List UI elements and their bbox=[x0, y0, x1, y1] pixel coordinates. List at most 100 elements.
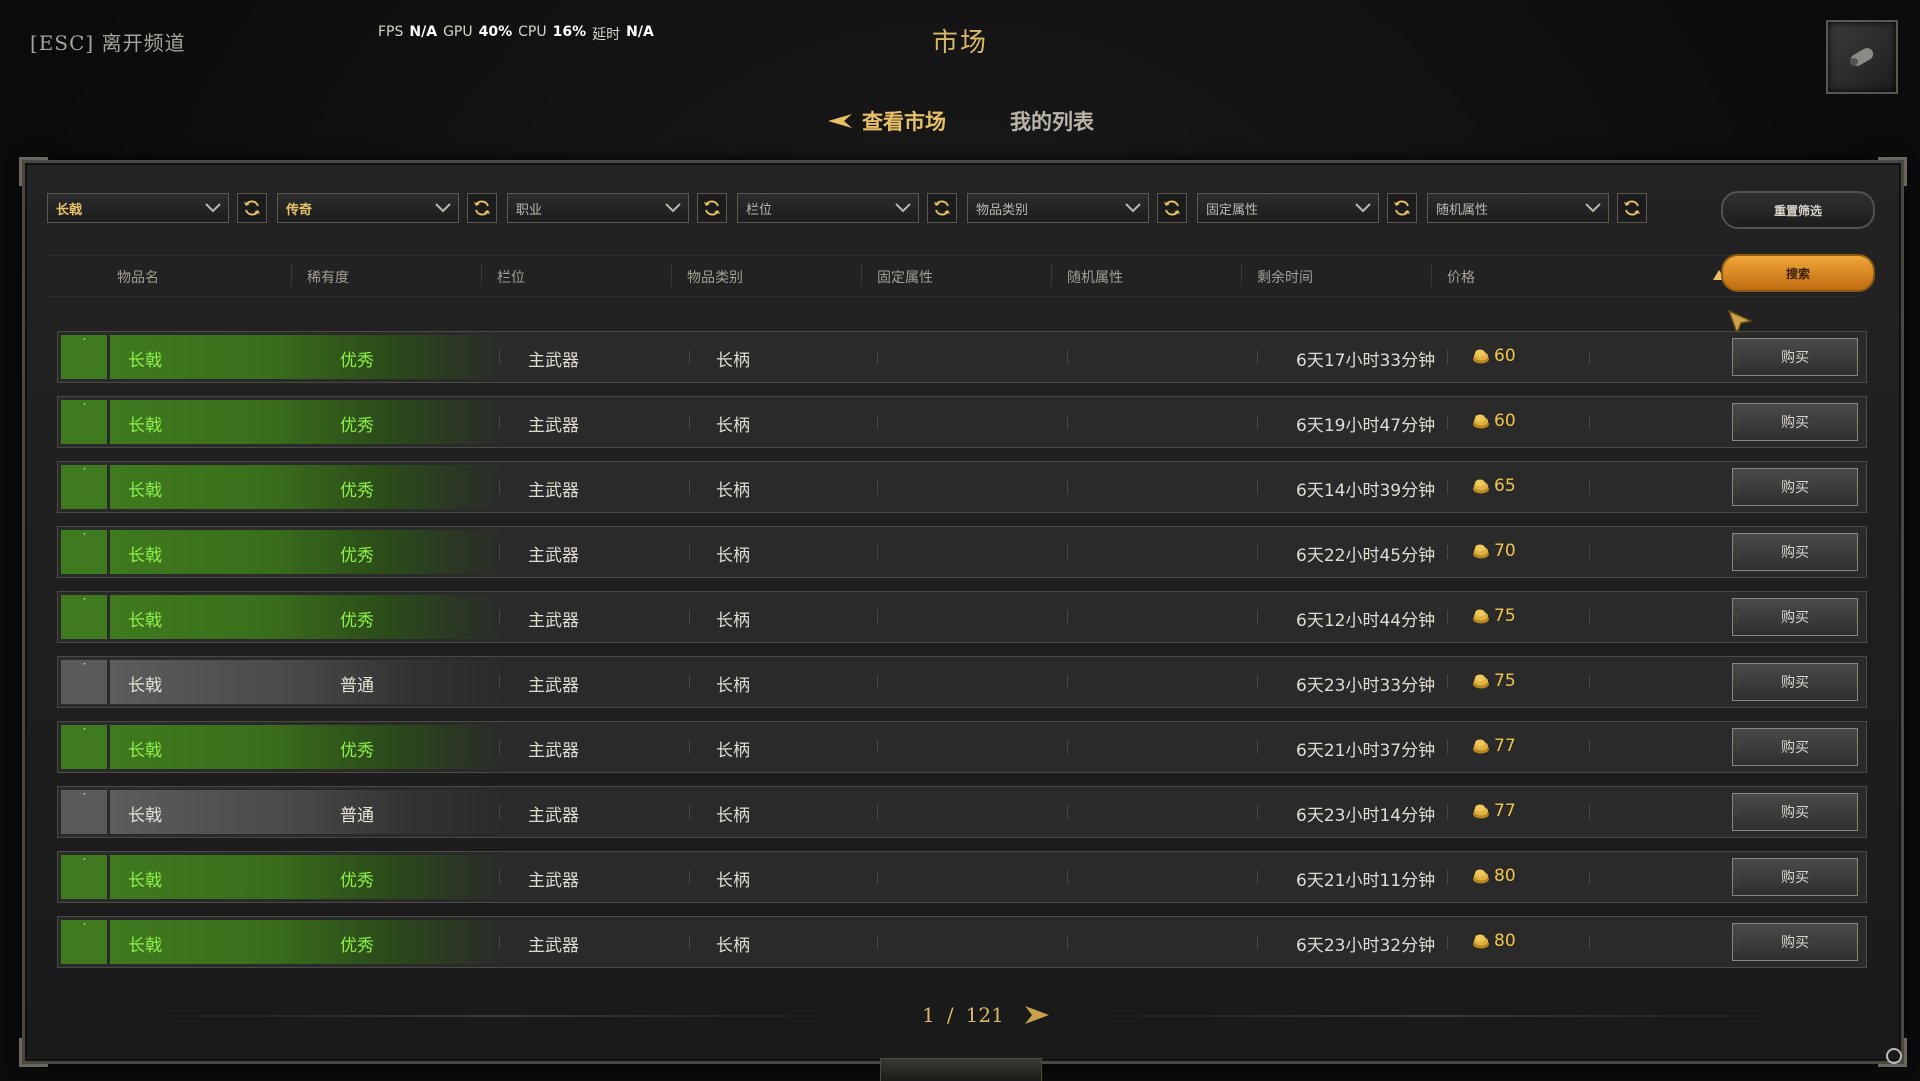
cell-divider bbox=[1256, 740, 1260, 754]
cell-divider bbox=[1588, 870, 1592, 884]
remaining-time: 6天12小时44分钟 bbox=[1296, 611, 1436, 631]
filter-dropdown[interactable]: 长戟 bbox=[47, 193, 229, 223]
corner-menu-button[interactable] bbox=[1826, 20, 1898, 94]
buy-button[interactable]: 购买 bbox=[1732, 923, 1858, 961]
cell-divider bbox=[1446, 610, 1450, 624]
table-row[interactable]: 长戟 优秀 主武器 长柄 6天17小时33分钟 60 购买 bbox=[57, 331, 1867, 383]
col-item-name-header[interactable]: 物品名 bbox=[117, 267, 159, 287]
filter-reset-button[interactable] bbox=[1157, 193, 1187, 223]
col-slot-header[interactable]: 栏位 bbox=[497, 267, 525, 287]
filter-reset-button[interactable] bbox=[237, 193, 267, 223]
item-slot: 主武器 bbox=[528, 871, 579, 891]
buy-button[interactable]: 购买 bbox=[1732, 663, 1858, 701]
col-remaining-time-header[interactable]: 剩余时间 bbox=[1257, 267, 1313, 287]
filter-dropdown[interactable]: 物品类别 bbox=[967, 193, 1149, 223]
col-rarity-header[interactable]: 稀有度 bbox=[307, 267, 349, 287]
item-rarity: 优秀 bbox=[340, 871, 374, 891]
col-fixed-attr-header[interactable]: 固定属性 bbox=[877, 267, 933, 287]
next-page-arrow-icon[interactable] bbox=[1023, 1004, 1051, 1026]
gold-coin-icon bbox=[1473, 414, 1489, 429]
remaining-time: 6天21小时37分钟 bbox=[1296, 741, 1436, 761]
column-divider bbox=[1051, 264, 1052, 286]
buy-button[interactable]: 购买 bbox=[1732, 858, 1858, 896]
cell-divider bbox=[1256, 870, 1260, 884]
filter-dropdown[interactable]: 传奇 bbox=[277, 193, 459, 223]
buy-button[interactable]: 购买 bbox=[1732, 793, 1858, 831]
cell-divider bbox=[498, 740, 502, 754]
filter-group: 物品类别 bbox=[967, 193, 1187, 223]
table-row[interactable]: 长戟 优秀 主武器 长柄 6天12小时44分钟 75 购买 bbox=[57, 591, 1867, 643]
cell-divider bbox=[876, 480, 880, 494]
filter-dropdown[interactable]: 固定属性 bbox=[1197, 193, 1379, 223]
rarity-band bbox=[110, 660, 505, 704]
col-item-type-header[interactable]: 物品类别 bbox=[687, 267, 743, 287]
bottom-ornament bbox=[880, 1058, 1042, 1081]
col-price-header[interactable]: 价格 bbox=[1447, 267, 1475, 287]
cell-divider bbox=[876, 675, 880, 689]
filter-reset-button[interactable] bbox=[927, 193, 957, 223]
cell-divider bbox=[1066, 805, 1070, 819]
refresh-icon bbox=[474, 200, 490, 216]
cell-divider bbox=[876, 545, 880, 559]
cell-divider bbox=[1736, 350, 1740, 364]
refresh-icon bbox=[1164, 200, 1180, 216]
cell-divider bbox=[1446, 675, 1450, 689]
filter-group: 传奇 bbox=[277, 193, 497, 223]
item-price: 80 bbox=[1472, 931, 1516, 951]
market-tabs: 查看市场 我的列表 bbox=[0, 106, 1920, 136]
search-button[interactable]: 搜索 bbox=[1721, 254, 1875, 292]
item-name: 长戟 bbox=[128, 481, 162, 501]
tab-my-listings[interactable]: 我的列表 bbox=[1010, 106, 1094, 136]
settings-icon[interactable] bbox=[1886, 1048, 1902, 1064]
cell-divider bbox=[1736, 480, 1740, 494]
pagination: 1 / 121 bbox=[25, 1001, 1901, 1031]
item-thumbnail bbox=[61, 335, 107, 379]
gold-coin-icon bbox=[1473, 804, 1489, 819]
cell-divider bbox=[876, 350, 880, 364]
filter-dropdown[interactable]: 随机属性 bbox=[1427, 193, 1609, 223]
cell-divider bbox=[1066, 935, 1070, 949]
table-row[interactable]: 长戟 普通 主武器 长柄 6天23小时14分钟 77 购买 bbox=[57, 786, 1867, 838]
gold-coin-icon bbox=[1473, 869, 1489, 884]
cell-divider bbox=[1736, 675, 1740, 689]
filter-dropdown[interactable]: 职业 bbox=[507, 193, 689, 223]
active-tab-arrow-icon bbox=[828, 114, 852, 128]
buy-button[interactable]: 购买 bbox=[1732, 598, 1858, 636]
table-header: 物品名 稀有度 栏位 物品类别 固定属性 随机属性 剩余时间 价格 bbox=[47, 255, 1857, 297]
table-row[interactable]: 长戟 优秀 主武器 长柄 6天14小时39分钟 65 购买 bbox=[57, 461, 1867, 513]
market-screen: [ESC] 离开频道 FPS N/A GPU 40% CPU 16% 延时 N/… bbox=[0, 0, 1920, 1081]
cell-divider bbox=[498, 480, 502, 494]
table-row[interactable]: 长戟 优秀 主武器 长柄 6天21小时11分钟 80 购买 bbox=[57, 851, 1867, 903]
filter-reset-button[interactable] bbox=[697, 193, 727, 223]
page-indicator: 1 / 121 bbox=[25, 1003, 1901, 1027]
cell-divider bbox=[1256, 480, 1260, 494]
chevron-down-icon bbox=[895, 203, 911, 213]
buy-button[interactable]: 购买 bbox=[1732, 728, 1858, 766]
buy-button[interactable]: 购买 bbox=[1732, 468, 1858, 506]
tab-view-market[interactable]: 查看市场 bbox=[826, 106, 946, 136]
filter-group: 职业 bbox=[507, 193, 727, 223]
table-row[interactable]: 长戟 优秀 主武器 长柄 6天19小时47分钟 60 购买 bbox=[57, 396, 1867, 448]
reset-filters-button[interactable]: 重置筛选 bbox=[1721, 191, 1875, 229]
filter-reset-button[interactable] bbox=[1387, 193, 1417, 223]
filter-group: 栏位 bbox=[737, 193, 957, 223]
table-row[interactable]: 长戟 普通 主武器 长柄 6天23小时33分钟 75 购买 bbox=[57, 656, 1867, 708]
filter-dropdown[interactable]: 栏位 bbox=[737, 193, 919, 223]
cell-divider bbox=[1588, 350, 1592, 364]
table-row[interactable]: 长戟 优秀 主武器 长柄 6天23小时32分钟 80 购买 bbox=[57, 916, 1867, 968]
remaining-time: 6天19小时47分钟 bbox=[1296, 416, 1436, 436]
buy-button[interactable]: 购买 bbox=[1732, 533, 1858, 571]
table-row[interactable]: 长戟 优秀 主武器 长柄 6天22小时45分钟 70 购买 bbox=[57, 526, 1867, 578]
item-type: 长柄 bbox=[716, 481, 750, 501]
rarity-band bbox=[110, 465, 505, 509]
buy-button[interactable]: 购买 bbox=[1732, 403, 1858, 441]
table-row[interactable]: 长戟 优秀 主武器 长柄 6天21小时37分钟 77 购买 bbox=[57, 721, 1867, 773]
cell-divider bbox=[1588, 545, 1592, 559]
filter-reset-button[interactable] bbox=[467, 193, 497, 223]
col-random-attr-header[interactable]: 随机属性 bbox=[1067, 267, 1123, 287]
rarity-band bbox=[110, 790, 505, 834]
filter-reset-button[interactable] bbox=[1617, 193, 1647, 223]
buy-button[interactable]: 购买 bbox=[1732, 338, 1858, 376]
cell-divider bbox=[1588, 480, 1592, 494]
cell-divider bbox=[688, 415, 692, 429]
